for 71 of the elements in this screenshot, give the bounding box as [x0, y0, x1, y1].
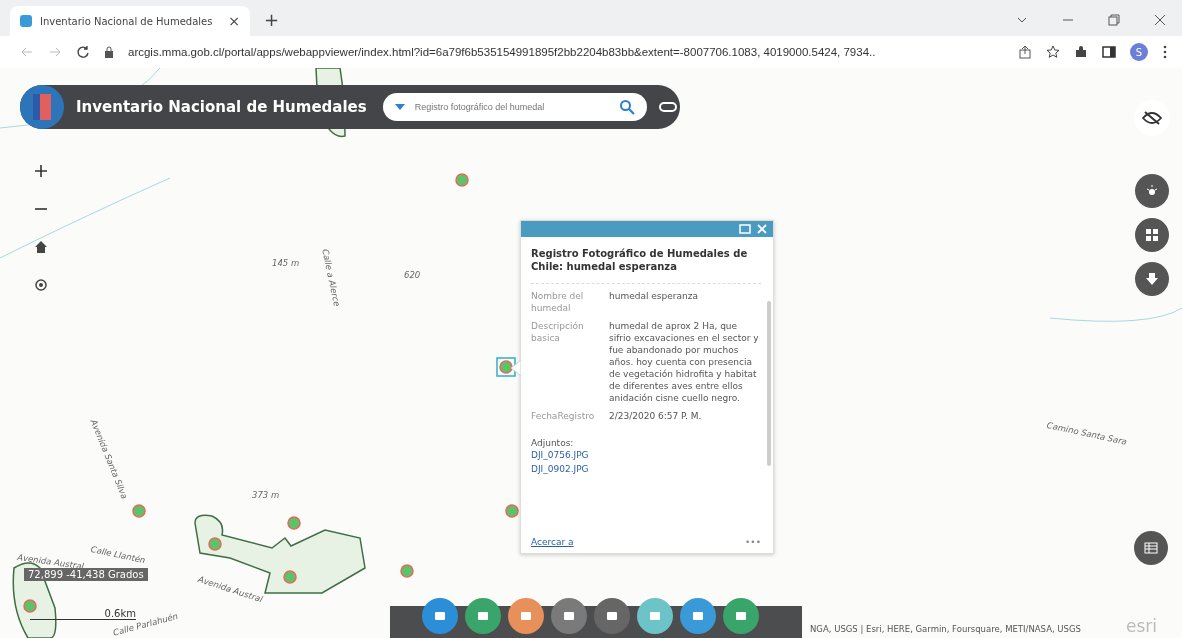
- map-marker-icon[interactable]: [400, 564, 414, 578]
- sidebar-icon[interactable]: [1102, 45, 1116, 59]
- attribution-text: NGA, USGS | Esri, HERE, Garmin, Foursquare, METI/NASA, USGS: [810, 624, 1081, 634]
- search-input[interactable]: Registro fotográfico del humedal: [412, 101, 611, 113]
- close-icon[interactable]: [1154, 14, 1166, 26]
- selection-box: [496, 357, 516, 377]
- menu-icon[interactable]: [1162, 45, 1168, 59]
- zoom-to-link[interactable]: Acercar a: [531, 537, 574, 547]
- puzzle-icon[interactable]: [1074, 45, 1088, 59]
- widget-button[interactable]: [594, 598, 630, 634]
- more-button[interactable]: •••: [745, 537, 761, 547]
- scale-label: 0.6km: [104, 608, 136, 619]
- flag-logo-icon: [20, 85, 64, 129]
- map-marker-icon[interactable]: [287, 516, 301, 530]
- widget-button[interactable]: [551, 598, 587, 634]
- map-label: Calle a Alerce: [320, 248, 343, 308]
- map-marker-icon[interactable]: [283, 570, 297, 584]
- map-label: Calle Llantén: [89, 544, 147, 566]
- browser-tab[interactable]: Inventario Nacional de Humedales ×: [10, 6, 250, 36]
- new-tab-button[interactable]: +: [264, 9, 280, 30]
- map-label: 145 m: [272, 258, 300, 268]
- app-title: Inventario Nacional de Humedales: [76, 98, 367, 116]
- map-marker-icon[interactable]: [505, 504, 519, 518]
- attachment-link[interactable]: DJI_0756.JPG: [531, 448, 761, 462]
- map-marker-icon[interactable]: [499, 360, 513, 374]
- widget-button[interactable]: [637, 598, 673, 634]
- url-field[interactable]: arcgis.mma.gob.cl/portal/apps/webappviewer/index.html?id=6a79f6b535154991895f2bb2204b83bb&extent=-8007706.1083, 4019000.5424, 7934..: [128, 46, 1004, 58]
- popup-title: Registro Fotográfico de Humedales de Chile: humedal esperanza: [531, 247, 761, 284]
- table-icon[interactable]: [1134, 531, 1168, 565]
- zoom-in-icon[interactable]: [34, 164, 48, 178]
- field-label: Nombre del humedal: [531, 290, 585, 314]
- widget-button[interactable]: [508, 598, 544, 634]
- download-icon[interactable]: [1135, 262, 1169, 296]
- attachment-link[interactable]: DJI_0902.JPG: [531, 462, 761, 476]
- map-label: Camino Santa Sara: [1045, 420, 1128, 447]
- field-label: Descripción basica: [531, 320, 585, 345]
- lock-icon: [104, 46, 114, 58]
- search-field[interactable]: Registro fotográfico del humedal: [382, 93, 647, 121]
- hide-eye-icon[interactable]: [1134, 100, 1170, 136]
- locate-icon[interactable]: [34, 278, 48, 292]
- scrollbar[interactable]: [767, 301, 771, 466]
- attachments-label: Adjuntos:: [531, 438, 575, 448]
- esri-logo: esri: [1126, 616, 1158, 636]
- map-marker-icon[interactable]: [455, 173, 469, 187]
- field-label: FechaRegistro: [531, 410, 596, 422]
- map-label: 373 m: [252, 490, 280, 500]
- widget-button[interactable]: [465, 598, 501, 634]
- field-value: 2/23/2020 6:57 P. M.: [609, 410, 703, 422]
- map-marker-icon[interactable]: [208, 537, 222, 551]
- restore-icon[interactable]: [1108, 14, 1120, 26]
- tab-title: Inventario Nacional de Humedales: [40, 15, 214, 27]
- map-marker-icon[interactable]: [23, 599, 37, 613]
- star-icon[interactable]: [1046, 45, 1060, 59]
- grid-icon[interactable]: [1135, 218, 1169, 252]
- profile-avatar[interactable]: S: [1130, 43, 1148, 61]
- widget-button[interactable]: [422, 598, 458, 634]
- field-value: humedal esperanza: [609, 290, 699, 303]
- reload-icon[interactable]: [76, 45, 90, 59]
- widget-button[interactable]: [723, 598, 759, 634]
- widget-button[interactable]: [680, 598, 716, 634]
- field-value: humedal de aprox 2 Ha, que sifrio excavaciones en el sector y fue abandonado por muchos años. hoy cuenta con presencia de vegetación hidrofita y habitat de diferentes aves entre ellos anidación cisne cuello negro.: [609, 320, 760, 404]
- close-tab-button[interactable]: ×: [228, 13, 240, 29]
- caret-icon[interactable]: [394, 104, 405, 110]
- link-icon[interactable]: [658, 101, 677, 113]
- map-marker-icon[interactable]: [132, 504, 146, 518]
- search-icon[interactable]: [618, 99, 635, 115]
- map-label: 620: [404, 270, 421, 280]
- maximize-icon[interactable]: [739, 224, 751, 234]
- home-icon[interactable]: [34, 240, 48, 254]
- share-icon[interactable]: [1018, 45, 1032, 59]
- coordinates-readout: 72,899 -41,438 Grados: [24, 568, 148, 581]
